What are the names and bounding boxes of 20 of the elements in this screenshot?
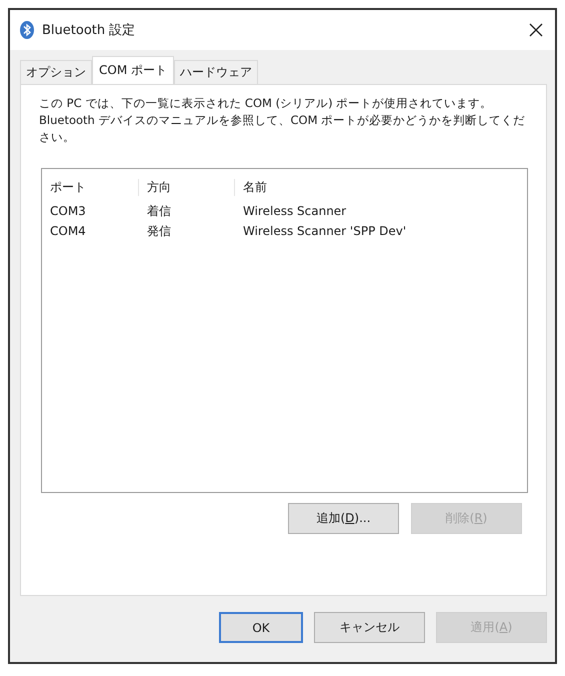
bluetooth-icon: [20, 21, 34, 39]
close-icon[interactable]: [529, 23, 543, 37]
port-list[interactable]: ポート 方向 名前 COM3 着信 Wireless Scanner COM4 発信 Wireless Scanner 'SPP Dev': [41, 168, 528, 493]
tab[interactable]: オプション: [20, 60, 92, 84]
column-header[interactable]: 方向: [139, 178, 235, 196]
tab[interactable]: COM ポート: [92, 56, 174, 84]
button[interactable]: キャンセル: [314, 612, 425, 643]
column-header[interactable]: 名前: [235, 178, 527, 196]
table-cell-text: COM4: [49, 224, 87, 238]
column-header[interactable]: ポート: [42, 178, 139, 196]
table-cell-text: 発信: [146, 222, 172, 240]
window-title: Bluetooth 設定: [42, 22, 136, 39]
table-cell-text: COM3: [49, 204, 87, 218]
table-cell-text: Wireless Scanner: [242, 204, 348, 218]
button[interactable]: OK: [219, 612, 303, 643]
table-cell-text: 着信: [146, 202, 172, 220]
table-cell-text: Wireless Scanner 'SPP Dev': [242, 224, 408, 238]
tab[interactable]: ハードウェア: [174, 60, 258, 84]
description-text: この PC では、下の一覧に表示された COM (シリアル) ポートが使用されています。Bluetooth デバイスのマニュアルを参照して、COM ポートが必要かどうかを判断してください。: [39, 95, 526, 146]
button[interactable]: 追加(D)...: [288, 503, 399, 534]
